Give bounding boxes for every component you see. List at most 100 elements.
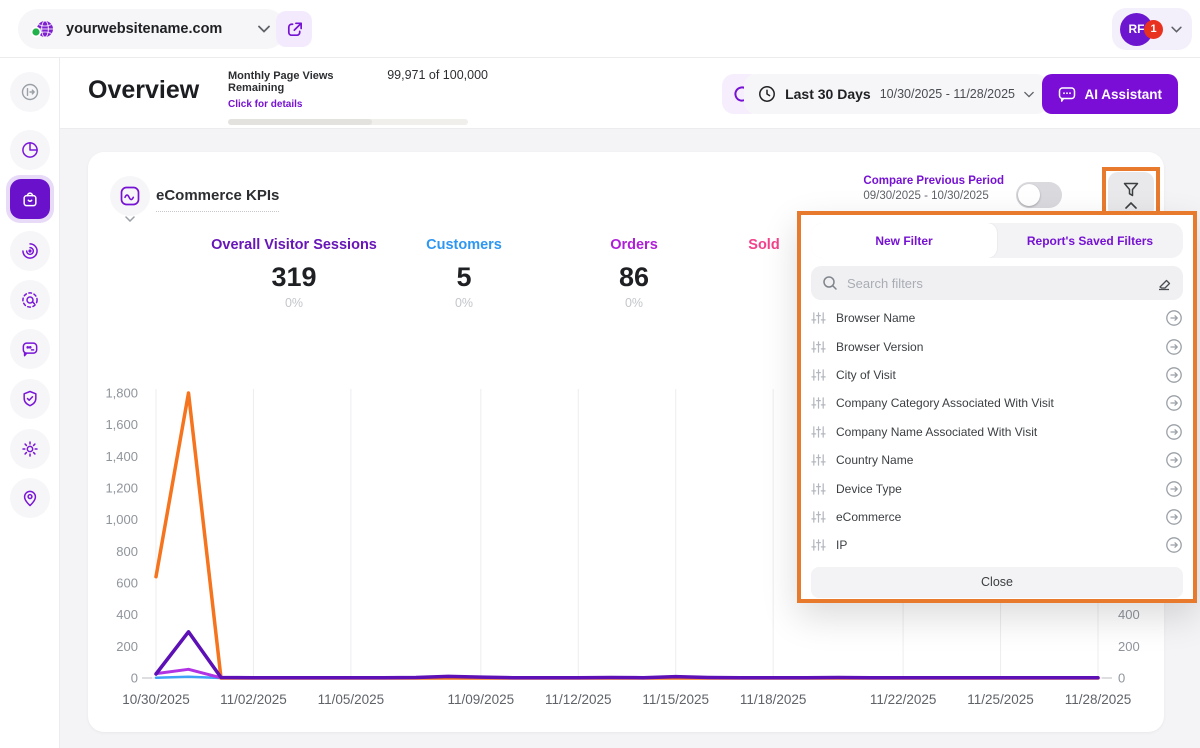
- svg-text:0: 0: [131, 671, 138, 686]
- user-menu[interactable]: RF 1: [1112, 8, 1192, 50]
- ai-assistant-button[interactable]: AI Assistant: [1042, 74, 1178, 114]
- filter-panel-close-button[interactable]: Close: [811, 567, 1183, 598]
- sidebar-item-dashboard[interactable]: [10, 130, 50, 170]
- website-selector[interactable]: yourwebsitename.com: [18, 9, 286, 49]
- spiral-icon: [20, 241, 40, 261]
- arrow-right-circle-icon[interactable]: [1165, 480, 1183, 498]
- chat-icon: [20, 339, 40, 359]
- svg-text:11/02/2025: 11/02/2025: [220, 692, 287, 707]
- filter-item-city-of-visit[interactable]: City of Visit: [811, 361, 1183, 389]
- kpi-tab-customers[interactable]: Customers 5 0%: [384, 237, 544, 310]
- svg-text:11/12/2025: 11/12/2025: [545, 692, 612, 707]
- chevron-down-icon: [258, 25, 270, 33]
- filter-item-ip[interactable]: IP: [811, 531, 1183, 559]
- drag-handle-icon[interactable]: [811, 368, 826, 382]
- card-icon: [110, 176, 150, 216]
- arrow-right-circle-icon[interactable]: [1165, 394, 1183, 412]
- chevron-up-icon: [1125, 202, 1137, 209]
- compare-previous-period: Compare Previous Period 09/30/2025 - 10/…: [863, 175, 1004, 202]
- sidebar-collapse-button[interactable]: [10, 72, 50, 112]
- filter-item-device-type[interactable]: Device Type: [811, 474, 1183, 502]
- date-range-value: 10/30/2025 - 11/28/2025: [880, 87, 1015, 101]
- sidebar-item-ecommerce[interactable]: [6, 175, 54, 223]
- arrow-right-circle-icon[interactable]: [1165, 366, 1183, 384]
- date-range-picker[interactable]: Last 30 Days 10/30/2025 - 11/28/2025: [744, 74, 1048, 114]
- tab-new-filter[interactable]: New Filter: [811, 223, 997, 258]
- card-title[interactable]: eCommerce KPIs: [156, 187, 279, 212]
- svg-text:11/15/2025: 11/15/2025: [642, 692, 709, 707]
- drag-handle-icon[interactable]: [811, 453, 826, 467]
- session-recording-icon: [20, 290, 40, 310]
- filter-list: Browser Name Browser Version City of Vis…: [811, 304, 1183, 560]
- page-title: Overview: [88, 76, 199, 105]
- sidebar-item-behavior[interactable]: [10, 231, 50, 271]
- filter-item-company-category[interactable]: Company Category Associated With Visit: [811, 389, 1183, 417]
- svg-text:11/22/2025: 11/22/2025: [870, 692, 937, 707]
- svg-text:11/05/2025: 11/05/2025: [318, 692, 385, 707]
- page-header: Overview Monthly Page Views Remaining 99…: [60, 58, 1200, 129]
- external-link-icon: [285, 20, 304, 39]
- sidebar-item-privacy[interactable]: [10, 379, 50, 419]
- tab-saved-filters[interactable]: Report's Saved Filters: [997, 223, 1183, 258]
- chevron-down-icon: [1024, 91, 1034, 98]
- filter-item-company-name[interactable]: Company Name Associated With Visit: [811, 418, 1183, 446]
- kpi-tab-orders[interactable]: Orders 86 0%: [554, 237, 714, 310]
- sidebar-item-visitor-location[interactable]: [10, 478, 50, 518]
- quota-details-link[interactable]: Click for details: [228, 99, 302, 110]
- svg-text:800: 800: [116, 544, 138, 559]
- arrow-right-circle-icon[interactable]: [1165, 536, 1183, 554]
- drag-handle-icon[interactable]: [811, 510, 826, 524]
- svg-text:1,800: 1,800: [105, 386, 138, 401]
- website-name: yourwebsitename.com: [66, 21, 222, 37]
- svg-text:400: 400: [1118, 607, 1140, 622]
- drag-handle-icon[interactable]: [811, 482, 826, 496]
- funnel-icon: [1121, 181, 1141, 199]
- filter-item-browser-version[interactable]: Browser Version: [811, 332, 1183, 360]
- arrow-right-circle-icon[interactable]: [1165, 338, 1183, 356]
- svg-text:1,000: 1,000: [105, 512, 138, 527]
- arrow-right-circle-icon[interactable]: [1165, 309, 1183, 327]
- svg-text:1,600: 1,600: [105, 417, 138, 432]
- svg-text:11/09/2025: 11/09/2025: [448, 692, 515, 707]
- ai-assistant-label: AI Assistant: [1084, 87, 1162, 102]
- shopping-bag-icon: [20, 189, 40, 209]
- filter-item-country-name[interactable]: Country Name: [811, 446, 1183, 474]
- clock-icon: [758, 85, 776, 103]
- svg-text:1,400: 1,400: [105, 449, 138, 464]
- drag-handle-icon[interactable]: [811, 396, 826, 410]
- search-icon: [822, 275, 838, 291]
- collapse-icon: [20, 82, 40, 102]
- pie-chart-icon: [20, 140, 40, 160]
- arrow-right-circle-icon[interactable]: [1165, 508, 1183, 526]
- svg-text:400: 400: [116, 607, 138, 622]
- filter-item-ecommerce[interactable]: eCommerce: [811, 503, 1183, 531]
- svg-text:600: 600: [116, 576, 138, 591]
- sidebar-item-session-recordings[interactable]: [10, 280, 50, 320]
- shield-check-icon: [20, 389, 40, 409]
- svg-text:11/25/2025: 11/25/2025: [967, 692, 1034, 707]
- filter-panel-tabs: New Filter Report's Saved Filters: [811, 223, 1183, 258]
- compare-toggle[interactable]: [1016, 182, 1062, 208]
- drag-handle-icon[interactable]: [811, 538, 826, 552]
- drag-handle-icon[interactable]: [811, 425, 826, 439]
- chevron-down-icon: [1171, 26, 1182, 33]
- svg-text:200: 200: [1118, 639, 1140, 654]
- location-pin-icon: [20, 488, 40, 508]
- filter-search-input[interactable]: [847, 276, 1147, 291]
- filter-panel: New Filter Report's Saved Filters Browse…: [797, 211, 1197, 603]
- sidebar-item-settings[interactable]: [10, 429, 50, 469]
- filter-item-browser-name[interactable]: Browser Name: [811, 304, 1183, 332]
- drag-handle-icon[interactable]: [811, 340, 826, 354]
- arrow-right-circle-icon[interactable]: [1165, 423, 1183, 441]
- filter-search: [811, 266, 1183, 300]
- compare-label: Compare Previous Period: [863, 175, 1004, 187]
- eraser-icon[interactable]: [1156, 275, 1172, 291]
- arrow-right-circle-icon[interactable]: [1165, 451, 1183, 469]
- quota-progress-bar: [228, 119, 468, 125]
- date-preset-label: Last 30 Days: [785, 86, 871, 102]
- open-website-button[interactable]: [276, 11, 312, 47]
- sidebar-item-communication[interactable]: [10, 329, 50, 369]
- drag-handle-icon[interactable]: [811, 311, 826, 325]
- topbar: yourwebsitename.com RF 1: [0, 0, 1200, 58]
- quota-widget: Monthly Page Views Remaining 99,971 of 1…: [228, 68, 488, 125]
